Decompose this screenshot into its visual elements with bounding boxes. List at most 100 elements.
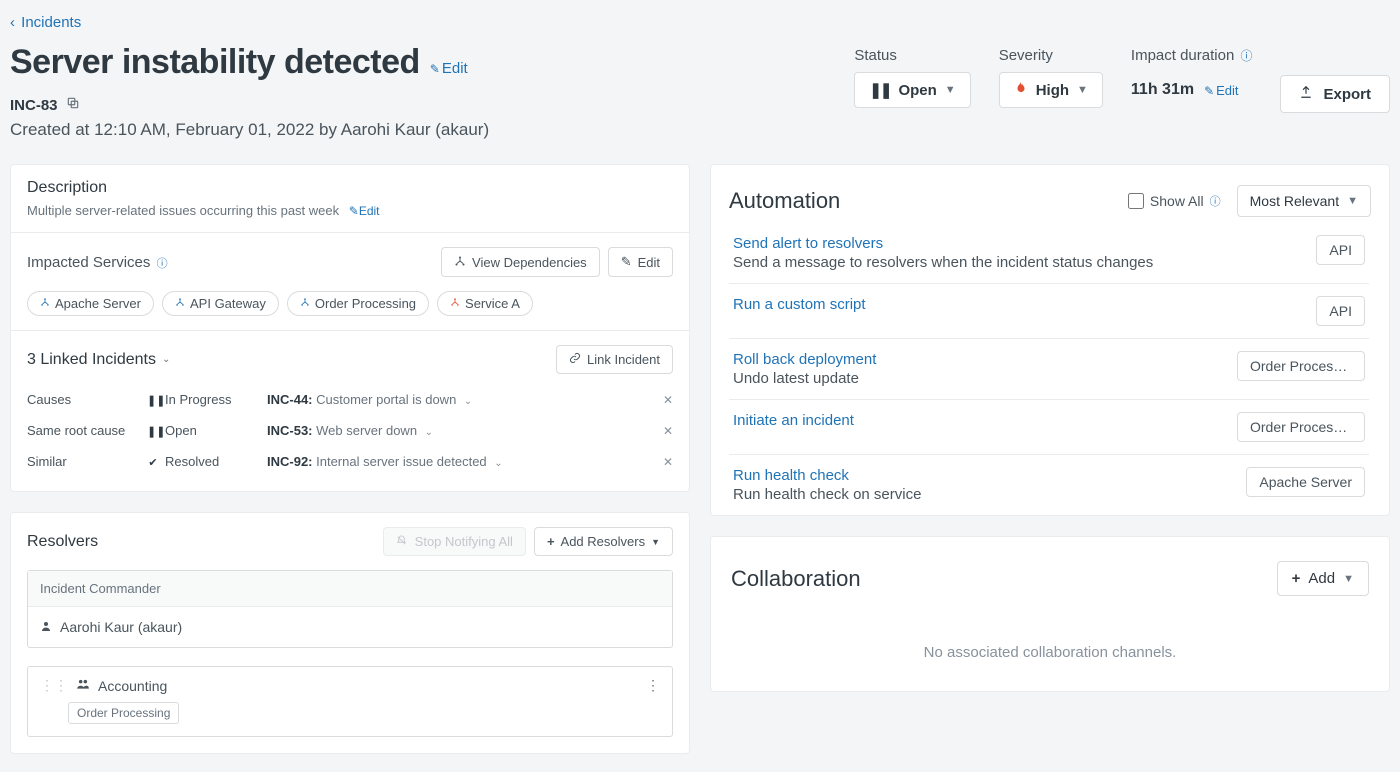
flame-icon [1014,81,1028,99]
service-chip[interactable]: Service A [437,291,533,316]
service-chip-label: API Gateway [190,296,266,311]
impact-label: Impact duration ⓘ [1131,47,1253,64]
automation-heading: Automation [729,188,840,214]
automation-badge[interactable]: API [1316,235,1365,265]
linked-incident-cell[interactable]: INC-44: Customer portal is down ⌄ [267,384,643,415]
service-chip-label: Service A [465,296,520,311]
link-icon [569,352,581,367]
edit-impact-link[interactable]: ✎Edit [1204,83,1238,98]
automation-item: Roll back deploymentUndo latest updateOr… [729,338,1369,399]
chevron-down-icon: ⌄ [162,354,170,365]
resolver-group-name: Accounting [98,678,167,694]
drag-handle-icon[interactable]: ⋮⋮ [40,677,68,694]
unlink-button[interactable]: ✕ [643,384,673,415]
severity-label: Severity [999,47,1103,64]
chevron-down-icon: ▼ [1343,573,1354,585]
impact-duration-value: 11h 31m [1131,81,1194,99]
linked-incidents-toggle[interactable]: 3 Linked Incidents ⌄ [27,351,170,369]
automation-description: Send a message to resolvers when the inc… [733,254,1300,271]
severity-dropdown[interactable]: High ▼ [999,72,1103,108]
chevron-down-icon[interactable]: ⌄ [464,396,472,407]
description-heading: Description [27,179,673,197]
automation-item: Send alert to resolvers Send a message to… [729,223,1369,283]
linked-relation: Same root cause [27,415,147,446]
resolvers-heading: Resolvers [27,533,98,551]
collaboration-empty-message: No associated collaboration channels. [731,644,1369,661]
tree-icon [454,255,466,270]
info-icon[interactable]: ⓘ [157,258,168,270]
automation-badge[interactable]: Order Processing [1237,351,1365,381]
edit-description-link[interactable]: ✎Edit [349,204,380,218]
mute-icon [396,534,411,549]
service-chip[interactable]: Apache Server [27,291,154,316]
automation-badge[interactable]: Order Processing [1237,412,1365,442]
incident-commander-box: Incident Commander Aarohi Kaur (akaur) [27,570,673,648]
view-dependencies-button[interactable]: View Dependencies [441,247,600,277]
incident-commander-name: Aarohi Kaur (akaur) [60,619,182,635]
show-all-input[interactable] [1128,193,1144,209]
linked-incident-cell[interactable]: INC-53: Web server down ⌄ [267,415,643,446]
info-icon[interactable]: ⓘ [1210,193,1221,209]
linked-status: ❚❚In Progress [147,384,267,415]
edit-impacted-button[interactable]: ✎ Edit [608,247,673,277]
impacted-heading: Impacted Services [27,254,150,271]
info-icon[interactable]: ⓘ [1240,49,1252,63]
stop-notifying-button: Stop Notifying All [383,527,526,556]
automation-sort-dropdown[interactable]: Most Relevant ▼ [1237,185,1371,217]
incident-commander-label: Incident Commander [28,571,672,607]
export-button[interactable]: Export [1280,75,1390,113]
resolvers-panel: Resolvers Stop Notifying All + Add Resol… [10,512,690,754]
collaboration-panel: Collaboration + Add ▼ No associated coll… [710,536,1390,692]
linked-incidents-table: Causes❚❚In ProgressINC-44: Customer port… [27,384,673,477]
pencil-icon: ✎ [621,254,632,270]
chevron-down-icon[interactable]: ⌄ [425,427,433,438]
check-icon: ✔ [147,456,159,469]
status-label: Status [854,47,970,64]
breadcrumb-incidents[interactable]: ‹ Incidents [10,10,1390,39]
copy-icon[interactable] [66,96,80,114]
pencil-icon: ✎ [349,204,359,218]
show-all-checkbox[interactable]: Show All ⓘ [1128,193,1221,209]
automation-description: Run health check on service [733,486,1230,503]
collaboration-heading: Collaboration [731,566,861,592]
chevron-down-icon: ▼ [1347,195,1358,207]
pause-icon: ❚❚ [869,81,890,99]
service-chip[interactable]: Order Processing [287,291,429,316]
automation-item: Run a custom script API [729,283,1369,338]
incident-id: INC-83 [10,97,58,114]
chevron-down-icon: ▼ [651,537,660,547]
automation-title[interactable]: Run a custom script [733,296,1300,313]
linked-incident-row: Similar✔ResolvedINC-92: Internal server … [27,446,673,477]
automation-title[interactable]: Initiate an incident [733,412,1221,429]
chevron-down-icon[interactable]: ⌄ [494,458,502,469]
add-resolvers-button[interactable]: + Add Resolvers ▼ [534,527,673,556]
linked-relation: Similar [27,446,147,477]
created-at-line: Created at 12:10 AM, February 01, 2022 b… [10,120,854,140]
add-collaboration-button[interactable]: + Add ▼ [1277,561,1369,596]
automation-title[interactable]: Run health check [733,467,1230,484]
status-dropdown[interactable]: ❚❚ Open ▼ [854,72,970,108]
service-icon [40,297,50,310]
service-chip[interactable]: API Gateway [162,291,279,316]
unlink-button[interactable]: ✕ [643,446,673,477]
automation-list[interactable]: Send alert to resolvers Send a message to… [729,223,1371,507]
plus-icon: + [547,534,555,549]
automation-badge[interactable]: Apache Server [1246,467,1365,497]
unlink-button[interactable]: ✕ [643,415,673,446]
automation-title[interactable]: Send alert to resolvers [733,235,1300,252]
link-incident-button[interactable]: Link Incident [556,345,673,374]
edit-title-link[interactable]: ✎Edit [430,60,468,77]
service-chip-label: Apache Server [55,296,141,311]
service-icon [450,297,460,310]
automation-badge[interactable]: API [1316,296,1365,326]
breadcrumb-label: Incidents [21,14,81,31]
users-icon [76,677,90,694]
service-icon [300,297,310,310]
chevron-left-icon: ‹ [10,14,15,31]
more-menu-button[interactable]: ⋮ [646,677,660,694]
page-title: Server instability detected [10,43,420,82]
plus-icon: + [1292,570,1301,587]
automation-title[interactable]: Roll back deployment [733,351,1221,368]
linked-incident-cell[interactable]: INC-92: Internal server issue detected ⌄ [267,446,643,477]
upload-icon [1299,85,1313,103]
